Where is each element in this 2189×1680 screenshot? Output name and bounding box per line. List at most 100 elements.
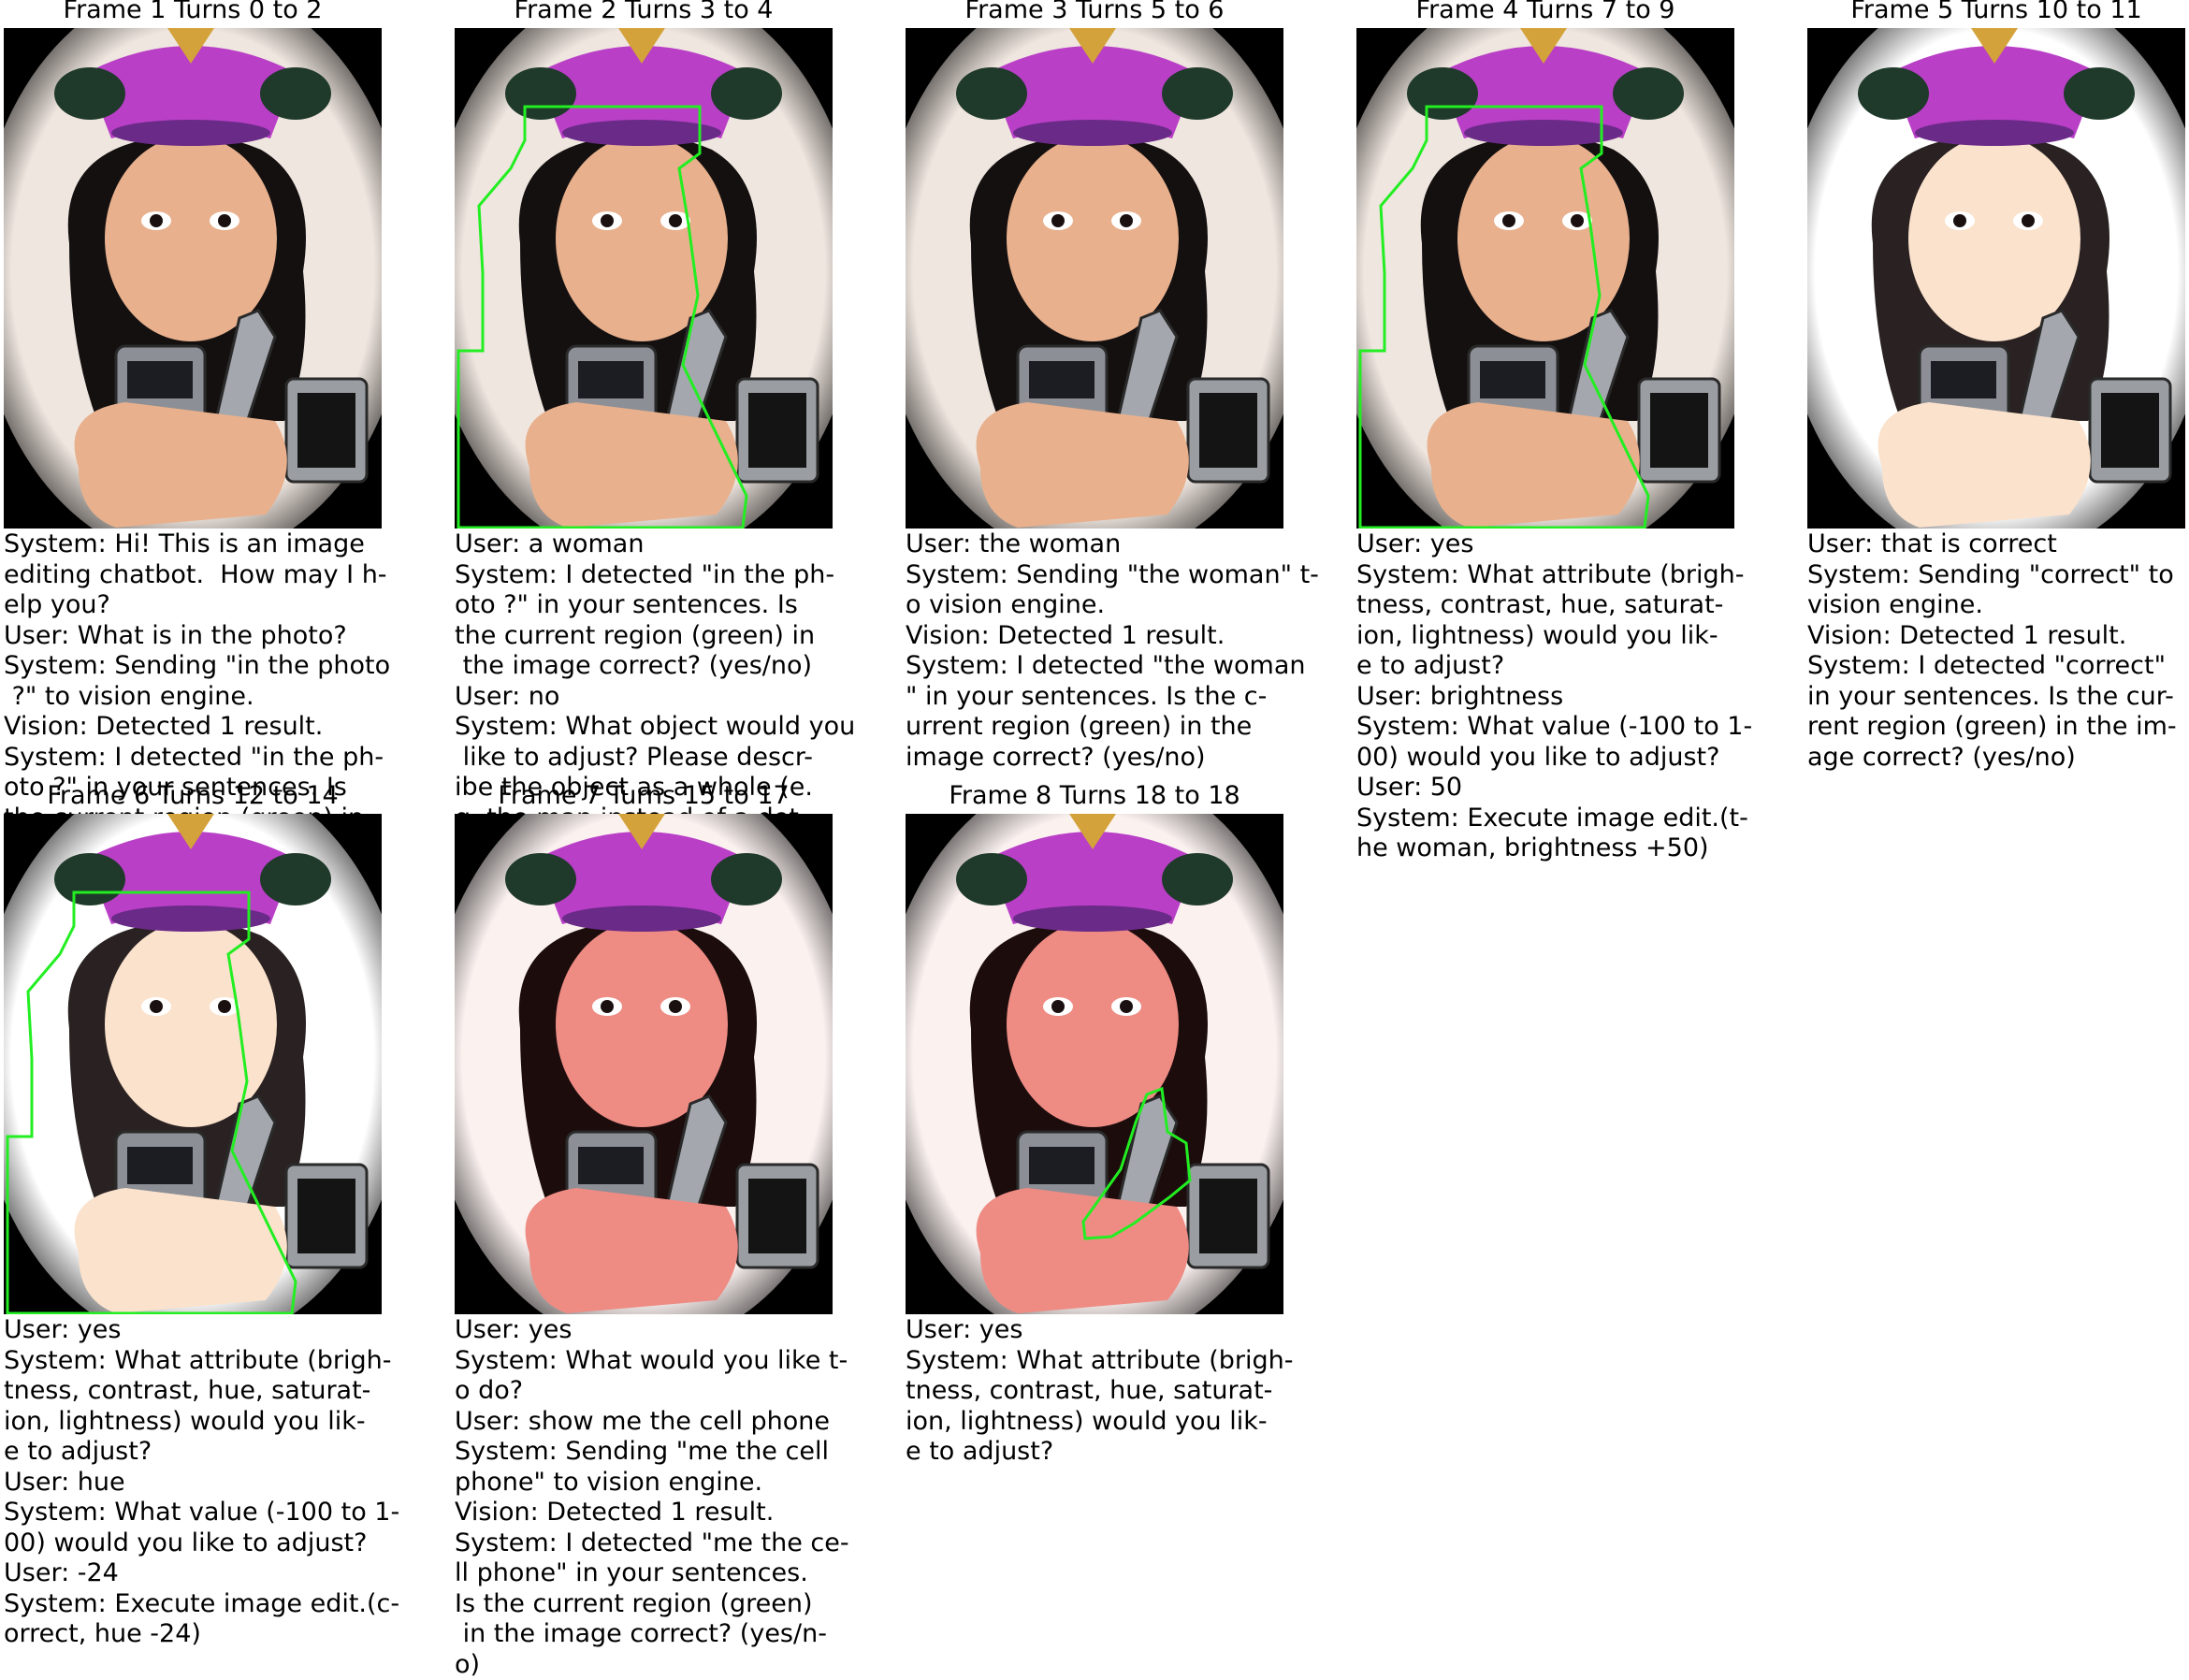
face-shape [556, 921, 728, 1127]
tinsel-left [1858, 67, 1929, 120]
dialogue-line: System: Execute image edit.(c- [4, 1589, 443, 1620]
dialogue-line: Vision: Detected 1 result. [4, 712, 443, 743]
side-phone-screen [2101, 393, 2159, 468]
dialogue-line: " in your sentences. Is the c- [906, 682, 1345, 713]
dialogue-line: ll phone" in your sentences. [455, 1558, 894, 1589]
blackberry-screen [578, 361, 644, 398]
left-pupil [1051, 214, 1065, 227]
frame-photo [4, 28, 382, 529]
dialogue-line: age correct? (yes/no) [1807, 743, 2189, 774]
dialogue-line: Vision: Detected 1 result. [455, 1498, 894, 1528]
dialogue-line: System: I detected "me the ce- [455, 1528, 894, 1559]
blackberry-screen [1480, 361, 1545, 398]
tinsel-right [711, 67, 782, 120]
dialogue-line: User: What is in the photo? [4, 621, 443, 652]
dialogue-line: System: What value (-100 to 1- [4, 1498, 443, 1528]
hand-shape [75, 1188, 287, 1313]
dialogue-line: he woman, brightness +50) [1356, 833, 1796, 864]
blackberry-screen [1029, 361, 1094, 398]
frame-title: Frame 5 Turns 10 to 11 [1716, 0, 2189, 24]
left-pupil [601, 1000, 614, 1013]
side-phone-screen [297, 393, 355, 468]
right-pupil [2022, 214, 2035, 227]
frame-photo [1807, 28, 2185, 529]
party-photo-svg [455, 814, 833, 1314]
left-pupil [1502, 214, 1515, 227]
blackberry-screen [1931, 361, 1996, 398]
dialogue-line: User: a woman [455, 529, 894, 560]
side-phone-screen [748, 393, 806, 468]
dialogue-line: User: show me the cell phone [455, 1407, 894, 1438]
dialogue-transcript: User: yesSystem: What attribute (brigh-t… [1356, 529, 1796, 864]
dialogue-line: System: I detected "correct" [1807, 651, 2189, 682]
frame-photo [1356, 28, 1734, 529]
face-shape [1908, 136, 2080, 341]
frame-photo [4, 814, 382, 1314]
dialogue-line: User: yes [455, 1315, 894, 1346]
face-shape [556, 136, 728, 341]
hand-shape [977, 402, 1189, 528]
dialogue-line: o do? [455, 1376, 894, 1407]
side-phone-screen [297, 1179, 355, 1253]
dialogue-line: tness, contrast, hue, saturat- [1356, 590, 1796, 621]
dialogue-line: rent region (green) in the im- [1807, 712, 2189, 743]
crown-band [562, 120, 721, 146]
tinsel-left [54, 853, 125, 905]
dialogue-line: like to adjust? Please descr- [455, 743, 894, 774]
dialogue-line: User: yes [1356, 529, 1796, 560]
dialogue-line: User: no [455, 682, 894, 713]
face-shape [1457, 136, 1630, 341]
crown-band [1013, 120, 1172, 146]
dialogue-line: User: brightness [1356, 682, 1796, 713]
dialogue-line: System: Hi! This is an image [4, 529, 443, 560]
dialogue-line: System: What attribute (brigh- [906, 1346, 1345, 1377]
dialogue-line: Is the current region (green) [455, 1589, 894, 1620]
dialogue-line: ion, lightness) would you lik- [1356, 621, 1796, 652]
frame-photo [906, 28, 1283, 529]
dialogue-line: User: that is correct [1807, 529, 2189, 560]
dialogue-line: ?" to vision engine. [4, 682, 443, 713]
dialogue-line: System: I detected "in the ph- [455, 560, 894, 591]
dialogue-line: System: Sending "in the photo [4, 651, 443, 682]
tinsel-right [1162, 853, 1233, 905]
left-pupil [1953, 214, 1966, 227]
right-pupil [1120, 214, 1133, 227]
dialogue-line: System: I detected "in the ph- [4, 743, 443, 774]
dialogue-line: User: hue [4, 1468, 443, 1499]
tinsel-left [956, 853, 1027, 905]
dialogue-line: e to adjust? [906, 1437, 1345, 1468]
blackberry-screen [127, 361, 193, 398]
dialogue-line: tness, contrast, hue, saturat- [4, 1376, 443, 1407]
side-phone-screen [1199, 393, 1257, 468]
party-photo-svg [906, 28, 1283, 529]
party-photo-svg [906, 814, 1283, 1314]
dialogue-line: System: Execute image edit.(t- [1356, 804, 1796, 834]
dialogue-line: System: What value (-100 to 1- [1356, 712, 1796, 743]
dialogue-line: System: Sending "me the cell [455, 1437, 894, 1468]
dialogue-line: oto ?" in your sentences. Is [455, 590, 894, 621]
dialogue-line: phone" to vision engine. [455, 1468, 894, 1499]
left-pupil [150, 1000, 163, 1013]
tinsel-left [505, 67, 576, 120]
dialogue-line: User: yes [906, 1315, 1345, 1346]
dialogue-line: orrect, hue -24) [4, 1619, 443, 1650]
dialogue-transcript: User: yesSystem: What would you like t-o… [455, 1315, 894, 1680]
dialogue-line: Vision: Detected 1 result. [1807, 621, 2189, 652]
party-photo-svg [4, 814, 382, 1314]
crown-band [1464, 120, 1623, 146]
frame-photo [906, 814, 1283, 1314]
dialogue-line: elp you? [4, 590, 443, 621]
frame-photo [455, 28, 833, 529]
dialogue-line: System: Sending "the woman" t- [906, 560, 1345, 591]
dialogue-line: the current region (green) in [455, 621, 894, 652]
left-pupil [1051, 1000, 1065, 1013]
dialogue-line: Vision: Detected 1 result. [906, 621, 1345, 652]
dialogue-transcript: User: yesSystem: What attribute (brigh-t… [906, 1315, 1345, 1468]
dialogue-transcript: User: yesSystem: What attribute (brigh-t… [4, 1315, 443, 1650]
left-pupil [150, 214, 163, 227]
dialogue-line: ion, lightness) would you lik- [4, 1407, 443, 1438]
dialogue-line: User: -24 [4, 1558, 443, 1589]
right-pupil [669, 214, 682, 227]
side-phone-screen [1650, 393, 1708, 468]
dialogue-line: System: What object would you [455, 712, 894, 743]
